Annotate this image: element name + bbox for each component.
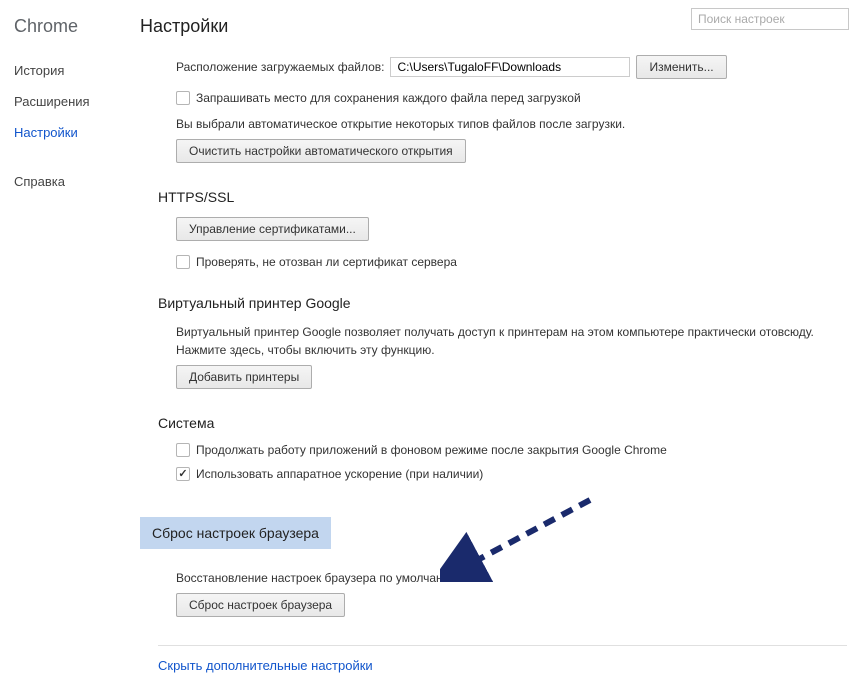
- bg-apps-checkbox[interactable]: [176, 443, 190, 457]
- sidebar-item-settings[interactable]: Настройки: [14, 125, 140, 140]
- cloudprint-desc: Виртуальный принтер Google позволяет пол…: [176, 323, 816, 359]
- main-content: Настройки Расположение загружаемых файло…: [140, 0, 867, 640]
- ask-save-label: Запрашивать место для сохранения каждого…: [196, 91, 581, 105]
- section-reset-title: Сброс настроек браузера: [140, 517, 331, 549]
- change-download-button[interactable]: Изменить...: [636, 55, 726, 79]
- hide-advanced-link[interactable]: Скрыть дополнительные настройки: [158, 658, 373, 673]
- sidebar: Chrome История Расширения Настройки Спра…: [0, 0, 140, 640]
- download-path-input[interactable]: [390, 57, 630, 77]
- sidebar-item-help[interactable]: Справка: [14, 174, 140, 189]
- clear-autoopen-button[interactable]: Очистить настройки автоматического откры…: [176, 139, 466, 163]
- add-printers-button[interactable]: Добавить принтеры: [176, 365, 312, 389]
- sidebar-item-extensions[interactable]: Расширения: [14, 94, 140, 109]
- hw-accel-label: Использовать аппаратное ускорение (при н…: [196, 467, 483, 481]
- section-https-title: HTTPS/SSL: [158, 189, 847, 205]
- autoopen-help: Вы выбрали автоматическое открытие некот…: [176, 115, 847, 133]
- search-input[interactable]: [691, 8, 849, 30]
- reset-desc: Восстановление настроек браузера по умол…: [176, 569, 847, 587]
- ask-save-checkbox[interactable]: [176, 91, 190, 105]
- bg-apps-label: Продолжать работу приложений в фоновом р…: [196, 443, 667, 457]
- download-location-label: Расположение загружаемых файлов:: [176, 60, 384, 74]
- hw-accel-checkbox[interactable]: [176, 467, 190, 481]
- manage-certs-button[interactable]: Управление сертификатами...: [176, 217, 369, 241]
- revoke-label: Проверять, не отозван ли сертификат серв…: [196, 255, 457, 269]
- revoke-checkbox[interactable]: [176, 255, 190, 269]
- section-cloudprint-title: Виртуальный принтер Google: [158, 295, 847, 311]
- sidebar-item-history[interactable]: История: [14, 63, 140, 78]
- section-system-title: Система: [158, 415, 847, 431]
- reset-browser-button[interactable]: Сброс настроек браузера: [176, 593, 345, 617]
- brand-title: Chrome: [14, 16, 140, 37]
